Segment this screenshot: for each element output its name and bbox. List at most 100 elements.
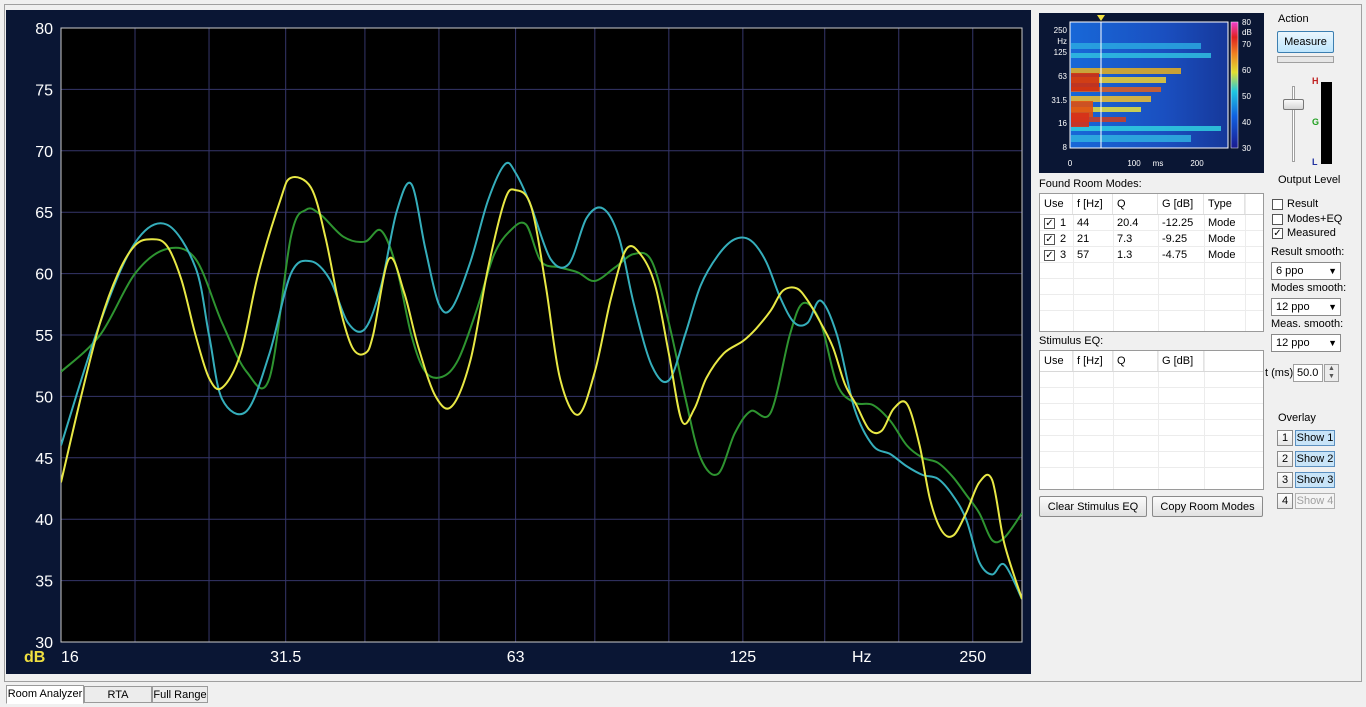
x-tick-label: 63 bbox=[507, 649, 525, 666]
mode-cell-f: 57 bbox=[1077, 249, 1090, 261]
room-modes-title: Found Room Modes: bbox=[1039, 178, 1142, 190]
waterfall-hot-spot bbox=[1071, 73, 1099, 91]
overlay-number-1[interactable]: 1 bbox=[1277, 430, 1293, 446]
tab-full-range[interactable]: Full Range bbox=[152, 686, 208, 703]
clear-stimulus-eq-button[interactable]: Clear Stimulus EQ bbox=[1039, 496, 1147, 517]
waterfall-band bbox=[1071, 126, 1221, 131]
mode-use-checkbox[interactable]: ✓ bbox=[1044, 218, 1055, 229]
stim-header-q[interactable]: Q bbox=[1113, 351, 1158, 371]
stimulus-eq-table: Use f [Hz] Q G [dB] bbox=[1039, 350, 1264, 490]
mode-number: 3 bbox=[1060, 249, 1067, 261]
meter-h-label: H bbox=[1312, 76, 1319, 86]
meter-g-label: G bbox=[1312, 117, 1320, 127]
y-tick-label: 55 bbox=[35, 328, 53, 345]
header-use[interactable]: Use bbox=[1040, 194, 1073, 214]
x-tick-label: 16 bbox=[61, 649, 79, 666]
waterfall-plot: 250 Hz 125 63 31.5 16 8 0 100 ms 200 80dB 70 60 50 40… bbox=[1039, 13, 1264, 173]
chevron-down-icon: ▼ bbox=[1328, 266, 1337, 276]
modes-smooth-select[interactable]: 12 ppo ▼ bbox=[1271, 298, 1341, 316]
meas-smooth-value: 12 ppo bbox=[1276, 337, 1310, 349]
header-q[interactable]: Q bbox=[1113, 194, 1158, 214]
stim-header-use[interactable]: Use bbox=[1040, 351, 1073, 371]
waterfall-scale-label: dB bbox=[1242, 28, 1252, 37]
header-frequency[interactable]: f [Hz] bbox=[1073, 194, 1113, 214]
x-tick-label: 31.5 bbox=[270, 649, 301, 666]
waterfall-band bbox=[1071, 43, 1201, 49]
measure-progress-bar bbox=[1277, 56, 1334, 63]
mode-use-checkbox[interactable]: ✓ bbox=[1044, 234, 1055, 245]
mode-cell-g: -9.25 bbox=[1162, 233, 1188, 245]
time-label: t (ms) bbox=[1265, 367, 1294, 379]
overlay-show-4-button[interactable]: Show 4 bbox=[1295, 493, 1335, 509]
copy-room-modes-button[interactable]: Copy Room Modes bbox=[1152, 496, 1263, 517]
y-axis-label: dB bbox=[24, 649, 45, 666]
mode-cell-f: 21 bbox=[1077, 233, 1090, 245]
frequency-response-chart: 303540455055606570758016 31.5 63 125 250dB Hz bbox=[6, 10, 1031, 674]
result-smooth-label: Result smooth: bbox=[1271, 246, 1345, 258]
overlay-number-2[interactable]: 2 bbox=[1277, 451, 1293, 467]
result-smooth-value: 6 ppo bbox=[1276, 265, 1304, 277]
mode-cell-g: -4.75 bbox=[1162, 249, 1188, 261]
stim-header-gain[interactable]: G [dB] bbox=[1158, 351, 1204, 371]
overlay-show-3-button[interactable]: Show 3 bbox=[1295, 472, 1335, 488]
action-group-title: Action bbox=[1278, 13, 1309, 25]
modes-smooth-value: 12 ppo bbox=[1276, 301, 1310, 313]
overlay-number-3[interactable]: 3 bbox=[1277, 472, 1293, 488]
tab-rta[interactable]: RTA bbox=[84, 686, 152, 703]
waterfall-scale-label: 60 bbox=[1242, 66, 1251, 75]
measure-button[interactable]: Measure bbox=[1277, 31, 1334, 53]
meter-l-label: L bbox=[1312, 157, 1318, 167]
y-tick-label: 65 bbox=[35, 205, 53, 222]
time-input[interactable]: 50.0 bbox=[1293, 364, 1323, 382]
waterfall-y-label: 31.5 bbox=[1051, 96, 1067, 105]
time-value: 50.0 bbox=[1297, 367, 1319, 379]
mode-cell-type: Mode bbox=[1208, 249, 1236, 261]
waterfall-x-label: ms bbox=[1153, 159, 1164, 168]
overlay-number-4[interactable]: 4 bbox=[1277, 493, 1293, 509]
chevron-down-icon: ▼ bbox=[1328, 302, 1337, 312]
room-modes-table: Use f [Hz] Q G [dB] Type ✓ 1 44 20.4 -12.25 M… bbox=[1039, 193, 1264, 332]
meas-smooth-select[interactable]: 12 ppo ▼ bbox=[1271, 334, 1341, 352]
y-tick-label: 50 bbox=[35, 389, 53, 406]
result-smooth-select[interactable]: 6 ppo ▼ bbox=[1271, 262, 1341, 280]
waterfall-y-label: 250 bbox=[1054, 26, 1068, 35]
y-tick-label: 45 bbox=[35, 451, 53, 468]
overlay-title: Overlay bbox=[1278, 412, 1316, 424]
modes-smooth-label: Modes smooth: bbox=[1271, 282, 1347, 294]
waterfall-scale-label: 40 bbox=[1242, 118, 1251, 127]
time-spinner[interactable]: ▲ ▼ bbox=[1324, 364, 1339, 382]
mode-cell-f: 44 bbox=[1077, 217, 1090, 229]
waterfall-scale-label: 50 bbox=[1242, 92, 1251, 101]
spin-down-icon[interactable]: ▼ bbox=[1328, 373, 1335, 380]
result-checkbox[interactable] bbox=[1272, 199, 1283, 210]
waterfall-scale-label: 80 bbox=[1242, 18, 1251, 27]
measured-checkbox[interactable]: ✓ bbox=[1272, 228, 1283, 239]
output-level-slider-thumb[interactable] bbox=[1283, 99, 1304, 110]
tab-room-analyzer[interactable]: Room Analyzer bbox=[6, 685, 84, 704]
result-label: Result bbox=[1287, 198, 1319, 210]
mode-cell-type: Mode bbox=[1208, 233, 1236, 245]
x-tick-label: 250 bbox=[959, 649, 986, 666]
header-type[interactable]: Type bbox=[1204, 194, 1245, 214]
mode-number: 2 bbox=[1060, 233, 1067, 245]
measured-label: Measured bbox=[1287, 227, 1336, 239]
waterfall-y-label: 16 bbox=[1058, 119, 1067, 128]
waterfall-y-label: 63 bbox=[1058, 72, 1067, 81]
stim-header-frequency[interactable]: f [Hz] bbox=[1073, 351, 1113, 371]
stimulus-eq-title: Stimulus EQ: bbox=[1039, 335, 1104, 347]
y-tick-label: 70 bbox=[35, 144, 53, 161]
mode-use-checkbox[interactable]: ✓ bbox=[1044, 250, 1055, 261]
waterfall-y-label: Hz bbox=[1057, 37, 1067, 46]
spin-up-icon[interactable]: ▲ bbox=[1328, 365, 1335, 372]
modes-eq-checkbox[interactable] bbox=[1272, 214, 1283, 225]
y-tick-label: 60 bbox=[35, 267, 53, 284]
waterfall-band bbox=[1071, 135, 1191, 142]
overlay-show-1-button[interactable]: Show 1 bbox=[1295, 430, 1335, 446]
waterfall-scale-label: 30 bbox=[1242, 144, 1251, 153]
header-gain[interactable]: G [dB] bbox=[1158, 194, 1204, 214]
output-level-label: Output Level bbox=[1278, 174, 1341, 186]
output-level-slider-track[interactable] bbox=[1292, 86, 1295, 162]
overlay-show-2-button[interactable]: Show 2 bbox=[1295, 451, 1335, 467]
mode-cell-q: 7.3 bbox=[1117, 233, 1133, 245]
y-tick-label: 40 bbox=[35, 512, 53, 529]
